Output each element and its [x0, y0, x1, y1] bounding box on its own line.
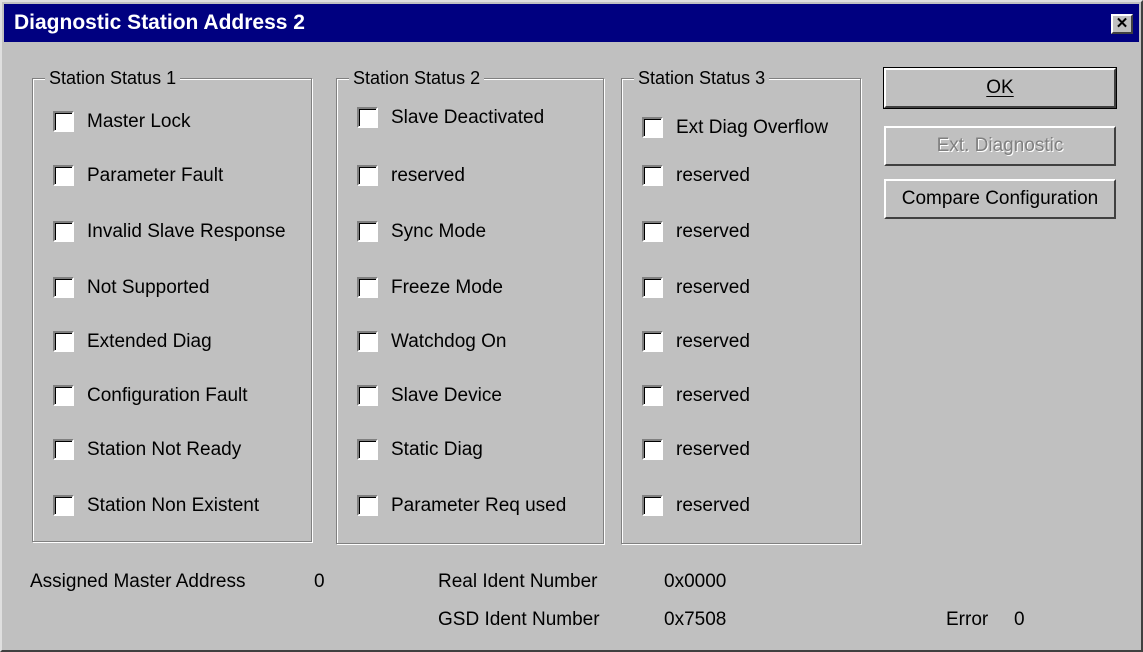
checkbox[interactable] — [357, 385, 378, 406]
ok-button[interactable]: OK — [883, 67, 1117, 109]
checkbox[interactable] — [357, 277, 378, 298]
checkbox[interactable] — [53, 495, 74, 516]
checkbox[interactable] — [357, 221, 378, 242]
checkbox[interactable] — [357, 331, 378, 352]
checkbox-label: Master Lock — [87, 111, 191, 132]
compare-configuration-button[interactable]: Compare Configuration — [884, 179, 1116, 219]
dialog-title: Diagnostic Station Address 2 — [14, 11, 305, 34]
diagnostic-dialog: Diagnostic Station Address 2 ✕ Station S… — [0, 0, 1143, 652]
gsd-ident-value: 0x7508 — [664, 609, 727, 630]
error-value: 0 — [1014, 609, 1025, 630]
checkbox-label: reserved — [676, 277, 750, 298]
checkbox[interactable] — [642, 117, 663, 138]
checkbox-label: Slave Deactivated — [391, 107, 545, 128]
checkbox[interactable] — [53, 439, 74, 460]
station-status-2-group: Station Status 2 Slave Deactivated reserv… — [336, 67, 604, 544]
checkbox-label: reserved — [391, 165, 465, 186]
checkbox-label: reserved — [676, 385, 750, 406]
checkbox-label: Sync Mode — [391, 221, 487, 242]
gsd-ident-label: GSD Ident Number — [438, 609, 600, 630]
ok-button-label: OK — [986, 77, 1014, 98]
real-ident-label: Real Ident Number — [438, 571, 598, 592]
station-status-3-group: Station Status 3 Ext Diag Overflow reserv… — [621, 67, 861, 544]
checkbox-label: reserved — [676, 495, 750, 516]
checkbox-label: Station Non Existent — [87, 495, 260, 516]
checkbox[interactable] — [357, 165, 378, 186]
checkbox-label: Configuration Fault — [87, 385, 248, 406]
real-ident-value: 0x0000 — [664, 571, 727, 592]
checkbox[interactable] — [642, 331, 663, 352]
title-bar[interactable]: Diagnostic Station Address 2 ✕ — [4, 4, 1139, 42]
ext-diagnostic-button-label: Ext. Diagnostic — [936, 135, 1064, 156]
checkbox-label: reserved — [676, 221, 750, 242]
error-label: Error — [946, 609, 989, 630]
checkbox-label: Watchdog On — [391, 331, 507, 352]
checkbox-label: reserved — [676, 165, 750, 186]
checkbox-label: Freeze Mode — [391, 277, 503, 298]
station-status-2-label: Station Status 2 — [349, 67, 485, 89]
checkbox[interactable] — [357, 439, 378, 460]
checkbox[interactable] — [357, 495, 378, 516]
checkbox[interactable] — [53, 221, 74, 242]
checkbox[interactable] — [53, 111, 74, 132]
checkbox[interactable] — [53, 331, 74, 352]
checkbox[interactable] — [357, 107, 378, 128]
checkbox[interactable] — [53, 165, 74, 186]
checkbox-label: Station Not Ready — [87, 439, 242, 460]
checkbox[interactable] — [53, 277, 74, 298]
checkbox-label: Ext Diag Overflow — [676, 117, 829, 138]
checkbox[interactable] — [642, 221, 663, 242]
checkbox[interactable] — [642, 439, 663, 460]
checkbox-label: Static Diag — [391, 439, 483, 460]
checkbox-label: Not Supported — [87, 277, 210, 298]
checkbox-label: Invalid Slave Response — [87, 221, 286, 242]
assigned-master-address-label: Assigned Master Address — [30, 571, 246, 592]
station-status-1-group: Station Status 1 Master Lock Parameter Fa… — [32, 67, 312, 542]
checkbox-label: Parameter Req used — [391, 495, 567, 516]
checkbox[interactable] — [642, 165, 663, 186]
checkbox-label: reserved — [676, 331, 750, 352]
checkbox-label: reserved — [676, 439, 750, 460]
checkbox-label: Parameter Fault — [87, 165, 224, 186]
checkbox[interactable] — [642, 385, 663, 406]
checkbox[interactable] — [53, 385, 74, 406]
station-status-1-label: Station Status 1 — [45, 67, 181, 89]
close-icon: ✕ — [1115, 15, 1129, 32]
close-button[interactable]: ✕ — [1111, 14, 1133, 34]
assigned-master-address-value: 0 — [314, 571, 325, 592]
checkbox-label: Slave Device — [391, 385, 502, 406]
ext-diagnostic-button[interactable]: Ext. Diagnostic — [884, 126, 1116, 166]
checkbox[interactable] — [642, 495, 663, 516]
checkbox-label: Extended Diag — [87, 331, 212, 352]
compare-configuration-button-label: Compare Configuration — [901, 188, 1099, 209]
station-status-3-label: Station Status 3 — [634, 67, 770, 89]
checkbox[interactable] — [642, 277, 663, 298]
